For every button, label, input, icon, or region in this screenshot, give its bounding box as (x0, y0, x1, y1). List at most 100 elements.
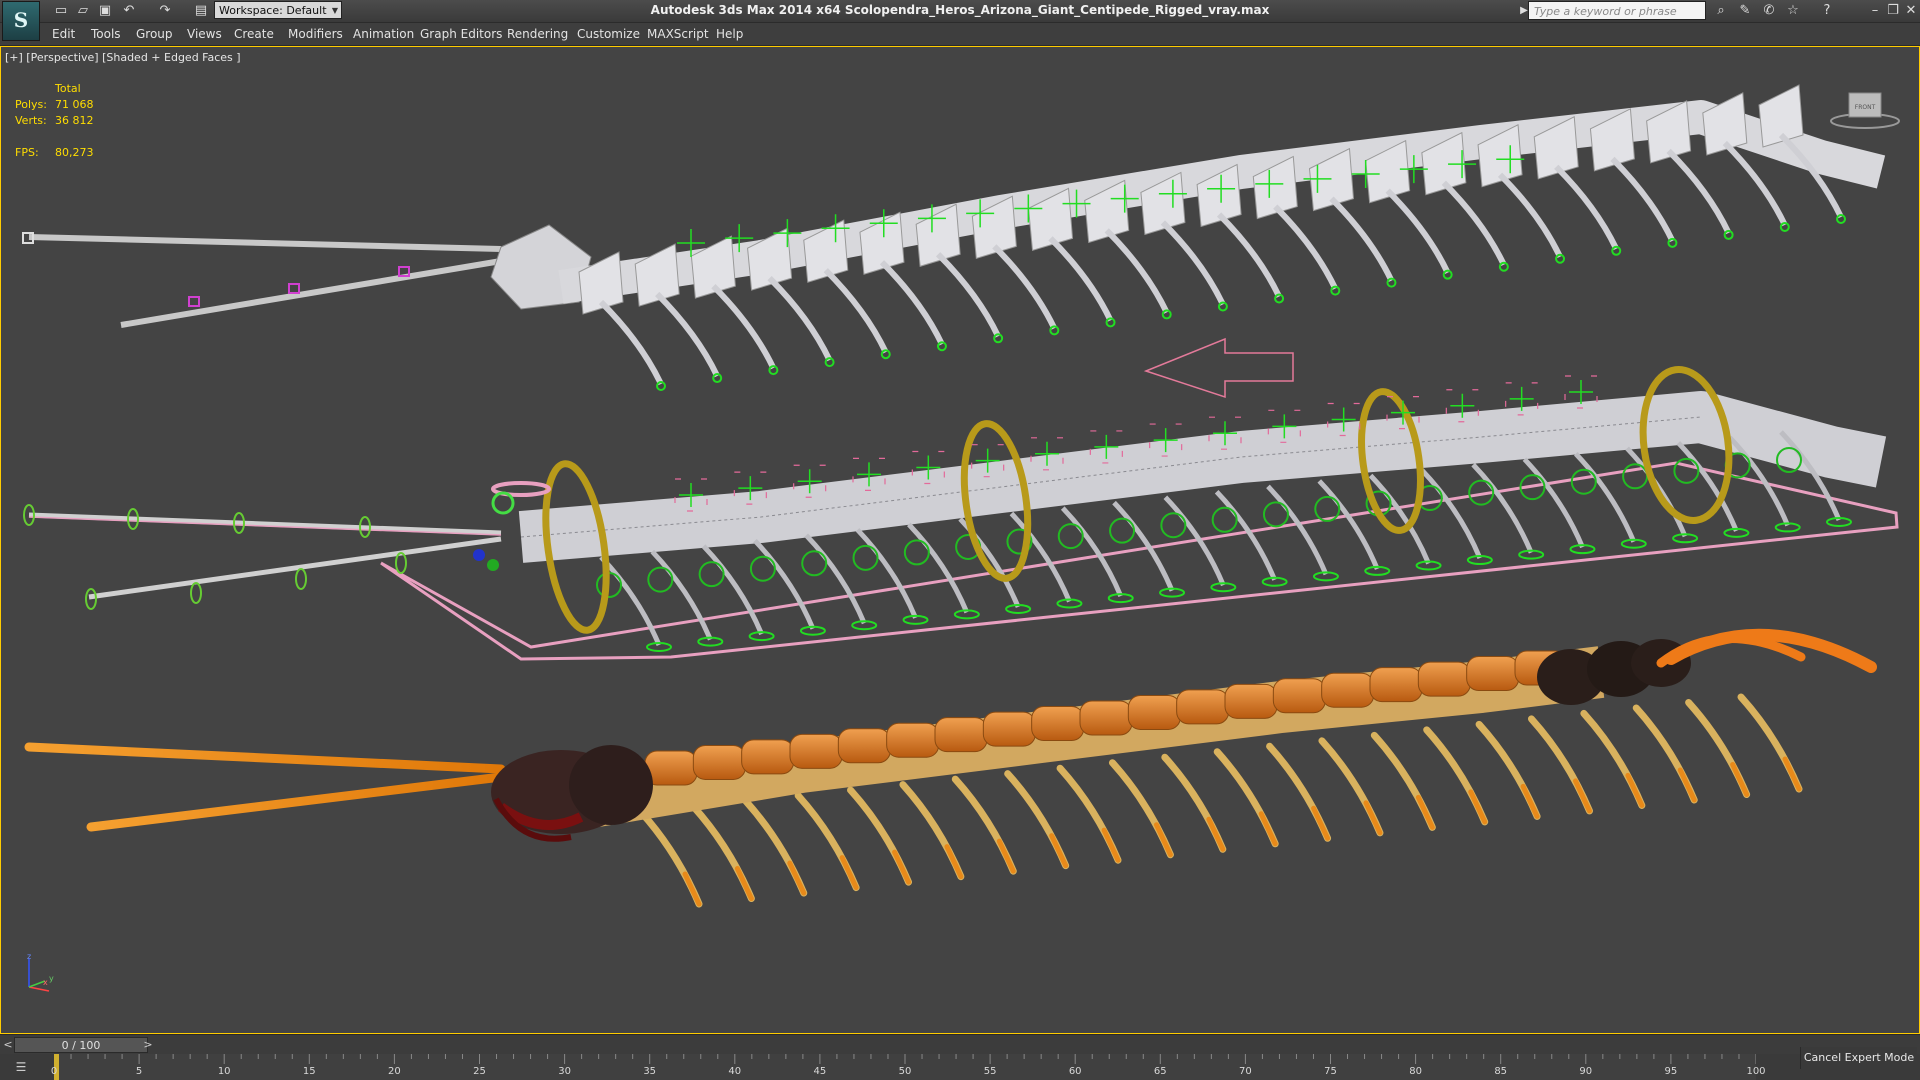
new-file-icon[interactable]: ▭ (52, 2, 70, 20)
viewcube-face-label: FRONT (1855, 104, 1876, 111)
bone-skeleton-model (22, 84, 1886, 391)
frame-tick-label: 70 (1239, 1066, 1252, 1077)
close-icon[interactable]: ✕ (1902, 2, 1920, 20)
tergite-plate (1369, 667, 1423, 703)
frame-tick-label: 0 (50, 1066, 58, 1077)
bone-leg (992, 244, 1058, 330)
textured-leg-claw (1730, 761, 1750, 797)
bone-leg (1160, 220, 1226, 306)
menu-graph-editors[interactable]: Graph Editors (420, 27, 502, 41)
frame-tick-labels: 0 5 10 15 20 25 30 35 40 45 50 55 60 65 70 75 80 85 90 95 10… (50, 1066, 1766, 1080)
bone-leg (879, 260, 945, 346)
wire-leg (1060, 506, 1124, 598)
textured-leg-claw (892, 849, 912, 885)
frame-tick-label: 85 (1494, 1066, 1508, 1077)
project-folder-icon[interactable]: ▤ (192, 2, 210, 20)
bone-leg (1554, 164, 1619, 251)
help-icon[interactable]: ? (1818, 2, 1836, 20)
menu-tools[interactable]: Tools (91, 27, 121, 41)
textured-leg-claw (1572, 778, 1592, 814)
leg-root-control (1622, 463, 1649, 490)
textured-leg-claw (1468, 789, 1488, 825)
binoculars-icon[interactable]: ⌕ (1712, 2, 1730, 20)
menu-help[interactable]: Help (716, 27, 743, 41)
perspective-viewport[interactable]: [+] [Perspective] [Shaded + Edged Faces … (0, 46, 1920, 1034)
redo-icon[interactable]: ↷ (156, 2, 174, 20)
tergite-plate (1079, 700, 1133, 736)
antenna-control-ring (295, 568, 307, 590)
frame-tick-label: 30 (558, 1066, 571, 1077)
application-menu-button[interactable]: S (2, 1, 40, 41)
favorites-icon[interactable]: ☆ (1784, 2, 1802, 20)
polys-label: Polys: (15, 98, 47, 111)
time-slider[interactable]: 0 / 100 (14, 1037, 148, 1053)
scene-render (22, 84, 1899, 992)
menu-customize[interactable]: Customize (577, 27, 640, 41)
frame-tick-label: 35 (643, 1066, 657, 1077)
minimize-icon[interactable]: – (1866, 2, 1884, 20)
tergite-plate (837, 728, 891, 764)
bone-leg (655, 291, 720, 378)
next-frame-button[interactable]: > (142, 1037, 154, 1053)
subscription-icon[interactable]: ✎ (1736, 2, 1754, 20)
viewcube-icon[interactable]: FRONT (1829, 87, 1901, 131)
tergite-plate (789, 733, 843, 769)
verts-value: 36 812 (55, 114, 94, 127)
wire-leg (804, 533, 867, 625)
frame-tick-label: 45 (813, 1066, 827, 1077)
open-mini-curve-editor-icon[interactable]: ☰ (8, 1058, 34, 1076)
previous-frame-button[interactable]: < (2, 1037, 14, 1053)
direction-arrow-shape (1143, 337, 1294, 399)
textured-leg-claw (1258, 811, 1278, 847)
textured-leg-claw (1363, 800, 1383, 836)
antenna-control-ring (395, 552, 407, 574)
fps-value: 80,273 (55, 146, 94, 159)
menu-create[interactable]: Create (234, 27, 274, 41)
cancel-expert-mode-button[interactable]: Cancel Expert Mode (1800, 1047, 1917, 1069)
bone-leg (1610, 156, 1676, 243)
tergite-plate (1417, 661, 1471, 697)
polys-value: 71 068 (55, 98, 94, 111)
workspace-dropdown[interactable]: Workspace: Default ▼ (214, 1, 342, 19)
open-folder-icon[interactable]: ▱ (74, 2, 92, 20)
menu-rendering[interactable]: Rendering (507, 27, 568, 41)
frame-tick-label: 90 (1579, 1066, 1593, 1077)
axis-y-label: y (49, 974, 54, 983)
menu-maxscript[interactable]: MAXScript (647, 27, 709, 41)
wire-leg (1573, 452, 1637, 543)
bone-leg (1666, 148, 1732, 235)
track-bar[interactable]: ☰ 0 5 10 15 20 25 30 35 40 45 50 55 60 65 70 75 80 85 90 95… (0, 1054, 1920, 1080)
verts-label: Verts: (15, 114, 47, 127)
frame-tick-label: 25 (473, 1066, 486, 1077)
communication-icon[interactable]: ✆ (1760, 2, 1778, 20)
textured-leg-claw (944, 844, 964, 880)
textured-leg-claw (1153, 822, 1173, 858)
viewport-label[interactable]: [+] [Perspective] [Shaded + Edged Faces … (5, 51, 241, 64)
menu-views[interactable]: Views (187, 27, 222, 41)
bone-leg (1273, 204, 1338, 290)
frame-tick-label: 60 (1068, 1066, 1082, 1077)
bone-leg (767, 276, 833, 362)
point-helper-cross (1569, 380, 1593, 404)
textured-leg-claw (734, 866, 754, 902)
menu-bar: Edit Tools Group Views Create Modifiers … (0, 23, 1920, 46)
leg-root-control (1160, 512, 1187, 539)
bone-leg (1441, 180, 1507, 267)
undo-icon[interactable]: ↶ (120, 2, 138, 20)
bone-leg (711, 283, 777, 370)
menu-modifiers[interactable]: Modifiers (288, 27, 343, 41)
wire-leg (753, 538, 816, 630)
menu-animation[interactable]: Animation (353, 27, 414, 41)
frame-tick-label: 10 (217, 1066, 231, 1077)
textured-centipede-model (24, 628, 1877, 908)
menu-group[interactable]: Group (136, 27, 173, 41)
restore-icon[interactable]: ❐ (1884, 2, 1902, 20)
search-input[interactable]: Type a keyword or phrase (1528, 1, 1706, 20)
tergite-plate (1224, 683, 1278, 719)
save-icon[interactable]: ▣ (96, 2, 114, 20)
leg-root-control (1314, 495, 1341, 522)
frame-tick-label: 95 (1664, 1066, 1678, 1077)
frame-tick-label: 20 (388, 1066, 401, 1077)
leg-root-control (698, 561, 725, 588)
menu-edit[interactable]: Edit (52, 27, 75, 41)
